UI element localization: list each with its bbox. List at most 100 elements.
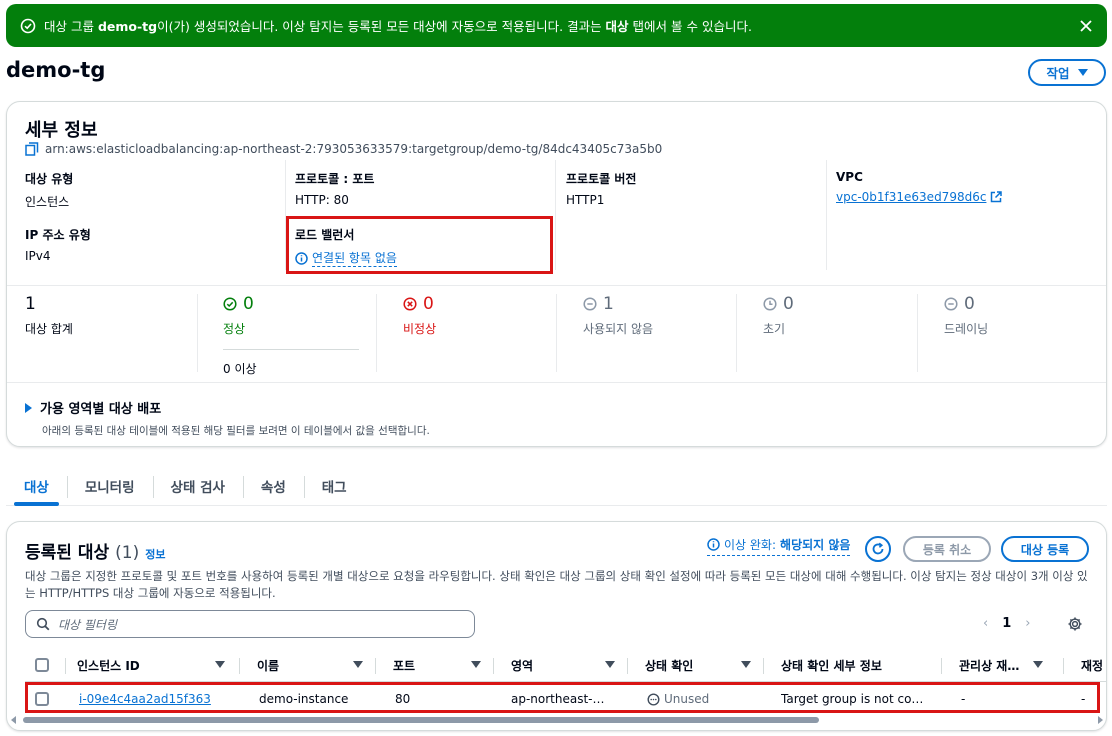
stat-divider: [917, 294, 918, 372]
protocol-port-value: HTTP: 80: [295, 193, 349, 207]
info-icon: [707, 538, 720, 551]
col-admin[interactable]: 관리상 재…: [959, 648, 1055, 682]
stat-initial-value: 0: [783, 294, 794, 314]
copy-icon[interactable]: [25, 142, 39, 156]
protocol-version-label: 프로토콜 버전: [566, 172, 637, 186]
col-name-label: 이름: [257, 658, 280, 673]
stat-draining: 0 드레이닝: [944, 294, 988, 337]
col-health[interactable]: 상태 확인: [645, 648, 763, 682]
clock-icon: [763, 297, 777, 311]
sort-icon: [1033, 661, 1043, 668]
protocol-version-value: HTTP1: [566, 193, 605, 207]
refresh-icon: [872, 542, 884, 555]
tab-bar: 대상 모니터링 상태 검사 속성 태그: [6, 470, 1107, 506]
deregister-button[interactable]: 등록 취소: [903, 536, 991, 562]
stat-unused-label[interactable]: 사용되지 않음: [583, 320, 653, 337]
sort-icon: [471, 661, 481, 668]
info-link[interactable]: 정보: [145, 546, 165, 562]
sort-icon: [741, 661, 751, 668]
stat-unhealthy-label[interactable]: 비정상: [403, 320, 436, 337]
sort-icon: [353, 661, 363, 668]
stat-healthy-label[interactable]: 정상: [223, 320, 359, 337]
registered-targets-description: 대상 그룹은 지정한 프로토콜 및 포트 번호를 사용하여 등록된 개별 대상으…: [25, 569, 1088, 600]
az-distribution-title: 가용 영역별 대상 배포: [40, 402, 162, 417]
success-check-icon: [20, 18, 36, 33]
az-divider: [7, 382, 1106, 383]
stat-healthy-sub: 0 이상: [223, 362, 257, 376]
target-filter-input[interactable]: 대상 필터링: [25, 610, 475, 638]
filter-placeholder: 대상 필터링: [58, 617, 118, 632]
details-container: 세부 정보 arn:aws:elasticloadbalancing:ap-no…: [6, 101, 1107, 447]
registered-targets-header: 등록된 대상 (1) 정보: [25, 538, 165, 563]
column-separator: [65, 658, 66, 674]
select-all-cell: [35, 648, 49, 682]
vpc-field: VPC vpc-0b1f31e63ed798d6c: [836, 170, 1096, 204]
stat-unhealthy: 0 비정상: [403, 294, 436, 337]
stat-divider: [197, 294, 198, 372]
tab-targets[interactable]: 대상: [6, 470, 67, 506]
actions-button-label: 작업: [1046, 66, 1070, 81]
stat-divider: [376, 294, 377, 372]
stat-initial: 0 초기: [763, 294, 794, 337]
refresh-button[interactable]: [865, 536, 891, 562]
pagination: ‹ 1 ›: [983, 616, 1030, 631]
page-number[interactable]: 1: [1002, 616, 1011, 631]
unused-dash-icon: [583, 297, 597, 311]
vpc-link[interactable]: vpc-0b1f31e63ed798d6c: [836, 190, 986, 204]
horizontal-scrollbar[interactable]: [11, 715, 1103, 725]
col-instance-id[interactable]: 인스턴스 ID: [77, 648, 237, 682]
stat-healthy: 0 정상 0 이상: [223, 294, 359, 377]
az-distribution-toggle[interactable]: 가용 영역별 대상 배포: [25, 398, 430, 417]
tab-monitoring[interactable]: 모니터링: [66, 470, 153, 502]
tab-attributes[interactable]: 속성: [242, 470, 304, 502]
scrollbar-thumb[interactable]: [23, 717, 819, 723]
close-icon[interactable]: [1079, 19, 1093, 33]
col-override[interactable]: 재정: [1081, 648, 1106, 682]
protocol-port-field: 프로토콜 : 포트 HTTP: 80: [295, 170, 555, 207]
scroll-right-icon[interactable]: [1098, 716, 1103, 724]
stat-unhealthy-value: 0: [423, 294, 434, 314]
select-all-checkbox[interactable]: [35, 658, 49, 672]
anomaly-prefix: 이상 완화:: [724, 538, 777, 552]
col-zone-label: 영역: [511, 658, 534, 673]
col-override-label: 재정: [1081, 658, 1104, 673]
search-icon: [36, 617, 50, 631]
col-zone[interactable]: 영역: [511, 648, 627, 682]
stat-total-label: 대상 합계: [25, 322, 73, 336]
arn-row: arn:aws:elasticloadbalancing:ap-northeas…: [25, 142, 662, 156]
stat-initial-label[interactable]: 초기: [763, 320, 794, 337]
actions-button[interactable]: 작업: [1028, 59, 1106, 86]
col-port[interactable]: 포트: [393, 648, 493, 682]
stat-divider: [556, 294, 557, 372]
tab-tags[interactable]: 태그: [303, 470, 365, 502]
draining-dash-icon: [944, 297, 958, 311]
column-divider: [826, 160, 827, 270]
col-health-detail[interactable]: 상태 확인 세부 정보: [781, 648, 941, 682]
column-divider: [555, 160, 556, 270]
tab-health-checks[interactable]: 상태 검사: [152, 470, 243, 502]
gear-icon[interactable]: [1067, 616, 1083, 632]
stat-healthy-sub-divider: [223, 349, 359, 350]
column-separator: [627, 658, 628, 674]
register-targets-button[interactable]: 대상 등록: [1001, 536, 1089, 562]
vpc-label: VPC: [836, 170, 863, 184]
stat-divider: [736, 294, 737, 372]
column-separator: [1063, 658, 1064, 674]
stat-draining-label[interactable]: 드레이닝: [944, 320, 988, 337]
column-separator: [941, 658, 942, 674]
flash-message: 대상 그룹 demo-tg이(가) 생성되었습니다. 이상 탐지는 등록된 모든…: [44, 19, 752, 34]
sort-icon: [215, 661, 225, 668]
prev-page-icon[interactable]: ‹: [983, 616, 988, 631]
col-health-detail-label: 상태 확인 세부 정보: [781, 658, 882, 673]
details-heading: 세부 정보: [25, 120, 98, 141]
scroll-left-icon[interactable]: [11, 716, 16, 724]
target-type-field: 대상 유형 인스턴스: [25, 170, 285, 210]
stat-total: 1 대상 합계: [25, 294, 73, 337]
next-page-icon[interactable]: ›: [1025, 616, 1030, 631]
col-name[interactable]: 이름: [257, 648, 375, 682]
stat-healthy-value: 0: [243, 294, 254, 314]
external-link-icon: [991, 191, 1003, 203]
ip-type-label: IP 주소 유형: [25, 228, 91, 242]
sort-icon: [605, 661, 615, 668]
anomaly-mitigation-status[interactable]: 이상 완화: 해당되지 않음: [707, 536, 851, 556]
